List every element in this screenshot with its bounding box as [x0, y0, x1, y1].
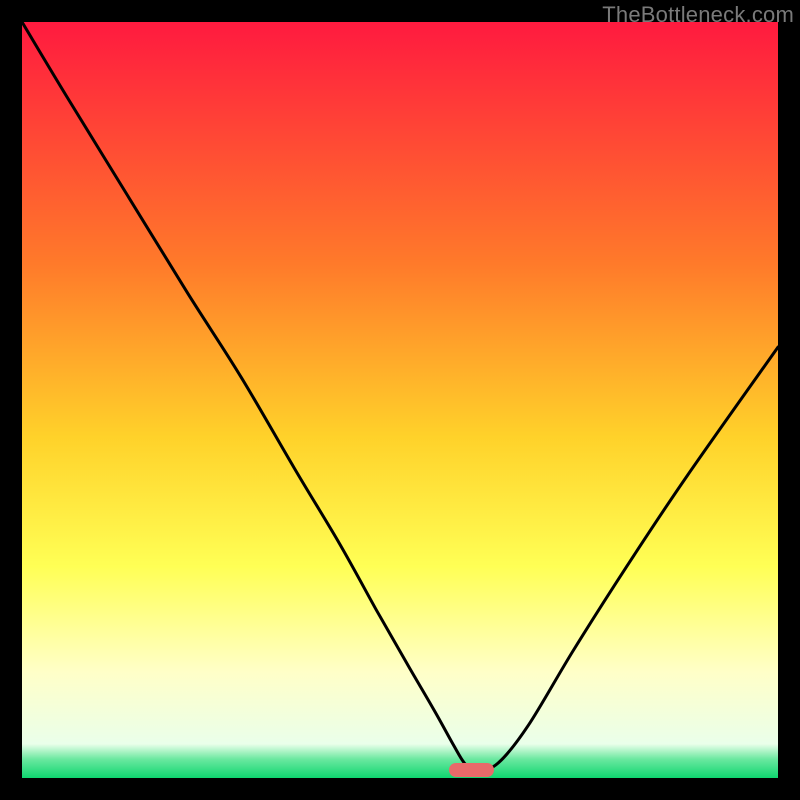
- watermark-text: TheBottleneck.com: [602, 2, 794, 28]
- chart-frame: [22, 22, 778, 778]
- bottleneck-curve: [22, 22, 778, 778]
- optimal-range-marker: [449, 763, 494, 777]
